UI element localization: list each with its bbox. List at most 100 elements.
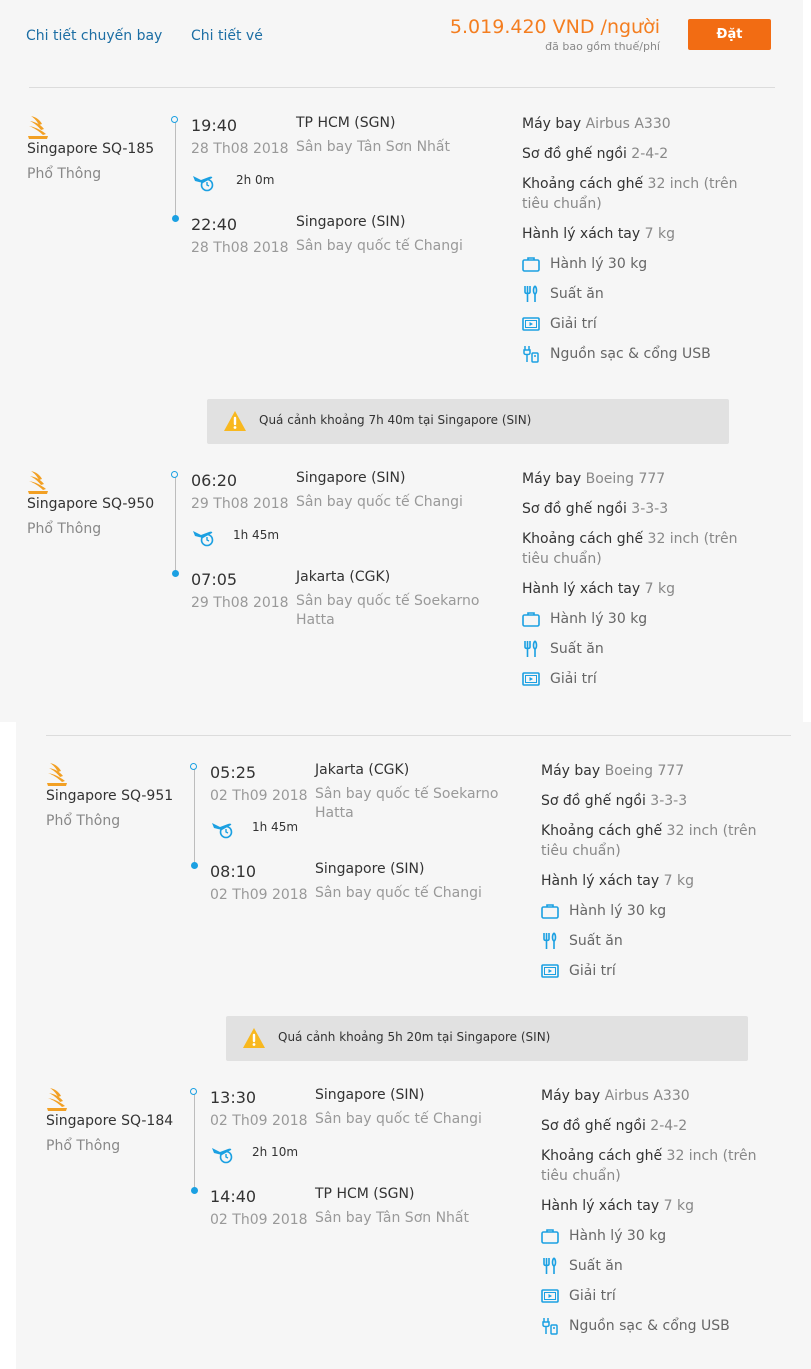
- flight-duration-icon: [192, 170, 216, 192]
- arrival-date: 28 Th08 2018: [191, 240, 289, 256]
- cabin-class: Phổ Thông: [46, 1138, 121, 1154]
- cabin-class: Phổ Thông: [27, 521, 102, 537]
- meal-icon: [522, 640, 540, 658]
- tab-ticket-details[interactable]: Chi tiết vé: [191, 28, 263, 44]
- departure-date: 28 Th08 2018: [191, 141, 289, 157]
- cabin-baggage-info: Hành lý xách tay 7 kg: [541, 873, 694, 889]
- singapore-airlines-logo: [27, 114, 49, 140]
- flight-segment: Singapore SQ-951 Phổ Thông 05:25 02 Th09…: [46, 761, 806, 1021]
- luggage-icon: [541, 902, 559, 920]
- seat-pitch-info: Khoảng cách ghế 32 inch (trên tiêu chuẩn…: [541, 1148, 757, 1184]
- singapore-airlines-logo: [46, 761, 68, 787]
- departure-airport: Sân bay Tân Sơn Nhất: [296, 139, 450, 155]
- airline-flight-number: Singapore SQ-185: [27, 141, 155, 157]
- flight-duration-icon: [211, 1142, 235, 1164]
- arrival-city: TP HCM (SGN): [315, 1186, 415, 1202]
- timeline-line: [194, 1094, 195, 1189]
- arrival-dot: [172, 215, 179, 222]
- layover-text: Quá cảnh khoảng 5h 20m tại Singapore (SI…: [278, 1030, 551, 1044]
- arrival-date: 29 Th08 2018: [191, 595, 289, 611]
- entertainment-icon: [522, 670, 540, 688]
- arrival-dot: [172, 570, 179, 577]
- flight-duration: 1h 45m: [252, 820, 299, 834]
- singapore-airlines-logo: [27, 469, 49, 495]
- cabin-class: Phổ Thông: [46, 813, 121, 829]
- flight-segment: Singapore SQ-184 Phổ Thông 13:30 02 Th09…: [46, 1086, 806, 1346]
- arrival-airport: Sân bay quốc tế Changi: [315, 885, 482, 901]
- seat-map-info: Sơ đồ ghế ngồi 2-4-2: [522, 146, 669, 162]
- flight-duration: 1h 45m: [233, 528, 280, 542]
- arrival-time: 08:10: [210, 862, 257, 881]
- layover-notice: Quá cảnh khoảng 7h 40m tại Singapore (SI…: [207, 399, 729, 444]
- tab-flight-details[interactable]: Chi tiết chuyến bay: [26, 28, 162, 44]
- seat-map-info: Sơ đồ ghế ngồi 3-3-3: [522, 501, 669, 517]
- departure-city: Singapore (SIN): [296, 470, 406, 486]
- luggage-icon: [522, 610, 540, 628]
- aircraft-info: Máy bay Boeing 777: [522, 471, 666, 487]
- airline-flight-number: Singapore SQ-184: [46, 1113, 174, 1129]
- arrival-dot: [191, 1187, 198, 1194]
- luggage-icon: [541, 1227, 559, 1245]
- airline-flight-number: Singapore SQ-950: [27, 496, 155, 512]
- flight-details-panel-2: Singapore SQ-951 Phổ Thông 05:25 02 Th09…: [16, 722, 811, 1369]
- layover-text: Quá cảnh khoảng 7h 40m tại Singapore (SI…: [259, 413, 532, 427]
- arrival-city: Singapore (SIN): [296, 214, 406, 230]
- airline-flight-number: Singapore SQ-951: [46, 788, 174, 804]
- arrival-city: Singapore (SIN): [315, 861, 425, 877]
- departure-dot: [171, 116, 178, 123]
- arrival-time: 22:40: [191, 215, 238, 234]
- arrival-airport: Sân bay quốc tế Changi: [296, 238, 463, 254]
- cabin-baggage-info: Hành lý xách tay 7 kg: [522, 226, 675, 242]
- price-tax-note: đã bao gồm thuế/phí: [545, 40, 660, 53]
- timeline-line: [194, 769, 195, 864]
- price-per-person: 5.019.420 VND /người: [449, 16, 660, 38]
- departure-time: 13:30: [210, 1088, 257, 1107]
- meal-icon: [522, 285, 540, 303]
- departure-dot: [171, 471, 178, 478]
- arrival-date: 02 Th09 2018: [210, 1212, 308, 1228]
- aircraft-info: Máy bay Airbus A330: [522, 116, 671, 132]
- flight-segment: Singapore SQ-185 Phổ Thông 19:40 28 Th08…: [27, 114, 787, 374]
- arrival-dot: [191, 862, 198, 869]
- flight-duration-icon: [211, 817, 235, 839]
- flight-segment: Singapore SQ-950 Phổ Thông 06:20 29 Th08…: [27, 469, 787, 729]
- arrival-airport: Sân bay quốc tế Soekarno Hatta: [296, 593, 480, 628]
- divider: [46, 735, 791, 736]
- warning-icon: [223, 410, 247, 432]
- singapore-airlines-logo: [46, 1086, 68, 1112]
- cabin-baggage-info: Hành lý xách tay 7 kg: [541, 1198, 694, 1214]
- timeline-line: [175, 122, 176, 217]
- arrival-time: 14:40: [210, 1187, 257, 1206]
- departure-airport: Sân bay quốc tế Changi: [315, 1111, 482, 1127]
- aircraft-info: Máy bay Airbus A330: [541, 1088, 690, 1104]
- entertainment-icon: [522, 315, 540, 333]
- arrival-time: 07:05: [191, 570, 238, 589]
- warning-icon: [242, 1027, 266, 1049]
- meal-icon: [541, 1257, 559, 1275]
- flight-duration: 2h 10m: [252, 1145, 299, 1159]
- flight-duration: 2h 0m: [236, 173, 275, 187]
- entertainment-icon: [541, 962, 559, 980]
- seat-pitch-info: Khoảng cách ghế 32 inch (trên tiêu chuẩn…: [522, 531, 738, 567]
- cabin-baggage-info: Hành lý xách tay 7 kg: [522, 581, 675, 597]
- departure-airport: Sân bay quốc tế Changi: [296, 494, 463, 510]
- departure-time: 06:20: [191, 471, 238, 490]
- flight-duration-icon: [192, 525, 216, 547]
- aircraft-info: Máy bay Boeing 777: [541, 763, 685, 779]
- seat-pitch-info: Khoảng cách ghế 32 inch (trên tiêu chuẩn…: [522, 176, 738, 212]
- arrival-airport: Sân bay Tân Sơn Nhất: [315, 1210, 469, 1226]
- power-usb-icon: [522, 345, 540, 363]
- seat-map-info: Sơ đồ ghế ngồi 3-3-3: [541, 793, 688, 809]
- departure-date: 29 Th08 2018: [191, 496, 289, 512]
- departure-city: Singapore (SIN): [315, 1087, 425, 1103]
- entertainment-icon: [541, 1287, 559, 1305]
- departure-city: Jakarta (CGK): [315, 762, 410, 778]
- departure-airport: Sân bay quốc tế Soekarno Hatta: [315, 786, 499, 821]
- divider: [29, 87, 775, 88]
- book-button[interactable]: Đặt: [688, 19, 771, 50]
- departure-date: 02 Th09 2018: [210, 788, 308, 804]
- timeline-line: [175, 477, 176, 572]
- departure-city: TP HCM (SGN): [296, 115, 396, 131]
- flight-details-panel-1: Chi tiết chuyến bay Chi tiết vé 5.019.42…: [0, 0, 803, 722]
- departure-date: 02 Th09 2018: [210, 1113, 308, 1129]
